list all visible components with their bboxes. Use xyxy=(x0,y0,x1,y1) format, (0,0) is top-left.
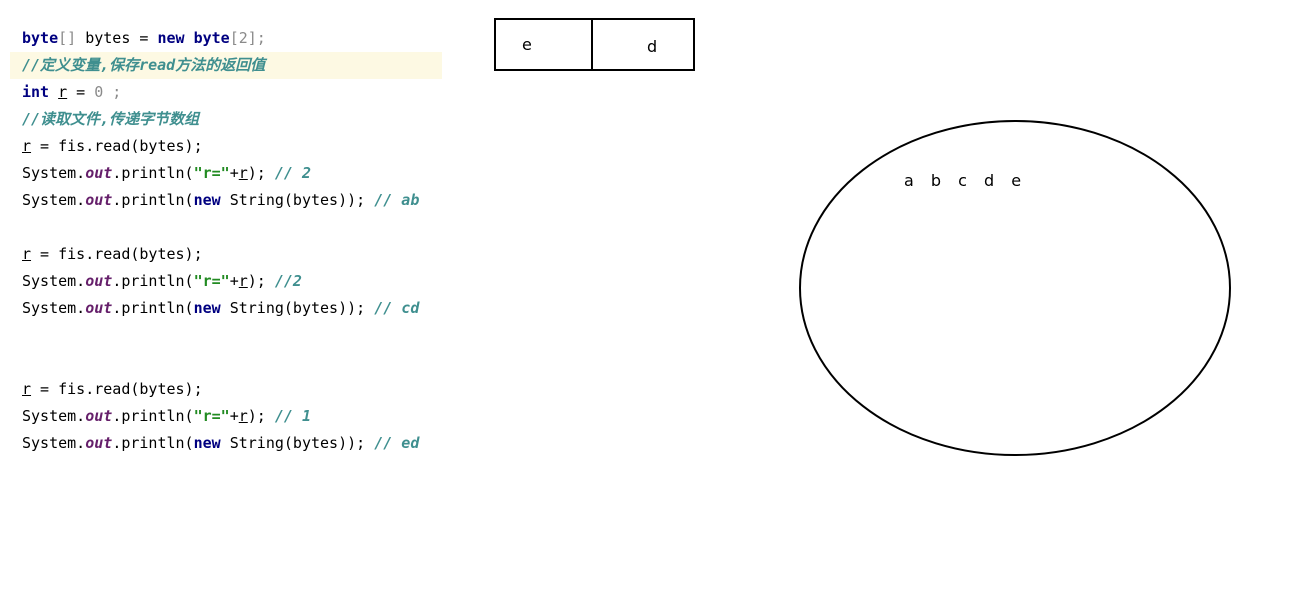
file-content: a b c d e xyxy=(904,171,1028,190)
code-text: System. xyxy=(22,164,86,182)
number-literal: 0 xyxy=(94,83,104,101)
file-ellipse xyxy=(799,120,1231,456)
code-text: ); xyxy=(247,164,275,182)
code-text: = xyxy=(67,83,95,101)
field-out: out xyxy=(85,299,113,317)
code-line-print-r: System.out.println("r="+r); // 1 xyxy=(10,403,442,430)
code-text: ); xyxy=(247,407,275,425)
code-line-print-r: System.out.println("r="+r); // 2 xyxy=(10,160,442,187)
keyword: byte xyxy=(193,29,230,47)
byte-array-box: e d xyxy=(494,18,695,71)
field-out: out xyxy=(85,191,113,209)
code-comment: //定义变量,保存read方法的返回值 xyxy=(22,56,266,74)
keyword: int xyxy=(22,83,50,101)
string-literal: "r=" xyxy=(193,164,230,182)
byte-array-cell: d xyxy=(593,20,693,69)
code-text: System. xyxy=(22,407,86,425)
code-text: .println( xyxy=(112,164,194,182)
field-out: out xyxy=(85,434,113,452)
code-line-read: r = fis.read(bytes); xyxy=(10,376,442,403)
code-text: .println( xyxy=(112,191,194,209)
field-out: out xyxy=(85,164,113,182)
variable-r: r xyxy=(22,380,32,398)
variable-r: r xyxy=(238,407,248,425)
code-listing: byte[] bytes = new byte[2]; //定义变量,保存rea… xyxy=(10,25,442,457)
code-text: = fis.read(bytes); xyxy=(31,380,203,398)
byte-array-cell: e xyxy=(496,20,593,69)
code-text: .println( xyxy=(112,407,194,425)
variable-r: r xyxy=(22,245,32,263)
string-literal: "r=" xyxy=(193,272,230,290)
string-literal: "r=" xyxy=(193,407,230,425)
code-line-print-r: System.out.println("r="+r); //2 xyxy=(10,268,442,295)
code-text: = fis.read(bytes); xyxy=(31,245,203,263)
code-text: System. xyxy=(22,434,86,452)
code-comment: //读取文件,传递字节数组 xyxy=(22,110,200,128)
field-out: out xyxy=(85,407,113,425)
code-text: String(bytes)); xyxy=(220,434,375,452)
code-comment: //2 xyxy=(274,272,302,290)
code-text: .println( xyxy=(112,272,194,290)
code-comment: // cd xyxy=(374,299,420,317)
keyword: new xyxy=(193,191,221,209)
code-text: + xyxy=(229,407,239,425)
code-text: + xyxy=(229,164,239,182)
code-comment: // ab xyxy=(374,191,420,209)
keyword: byte xyxy=(22,29,59,47)
code-comment: // 2 xyxy=(274,164,311,182)
variable-r: r xyxy=(238,164,248,182)
code-text: + xyxy=(229,272,239,290)
code-text: String(bytes)); xyxy=(220,191,375,209)
code-line-declare-r: int r = 0 ; xyxy=(10,79,442,106)
code-text: bytes = xyxy=(76,29,158,47)
code-line-read: r = fis.read(bytes); xyxy=(10,133,442,160)
code-text: .println( xyxy=(112,299,194,317)
variable-r: r xyxy=(238,272,248,290)
code-line-read: r = fis.read(bytes); xyxy=(10,241,442,268)
field-out: out xyxy=(85,272,113,290)
code-line-comment-define: //定义变量,保存read方法的返回值 xyxy=(10,52,442,79)
keyword: new xyxy=(193,299,221,317)
punctuation: ; xyxy=(103,83,122,101)
code-text: String(bytes)); xyxy=(220,299,375,317)
code-text: System. xyxy=(22,299,86,317)
punctuation: [2]; xyxy=(229,29,266,47)
code-line-comment-read: //读取文件,传递字节数组 xyxy=(10,106,442,133)
code-comment: // 1 xyxy=(274,407,311,425)
code-line-declare-bytes: byte[] bytes = new byte[2]; xyxy=(10,25,442,52)
keyword: new xyxy=(157,29,185,47)
code-line-print-string: System.out.println(new String(bytes)); /… xyxy=(10,187,442,214)
code-text: ); xyxy=(247,272,275,290)
code-text: System. xyxy=(22,191,86,209)
keyword: new xyxy=(193,434,221,452)
code-comment: // ed xyxy=(374,434,420,452)
punctuation: [] xyxy=(58,29,77,47)
code-text: System. xyxy=(22,272,86,290)
code-line-print-string: System.out.println(new String(bytes)); /… xyxy=(10,430,442,457)
byte-array-cell-value: e xyxy=(522,35,532,54)
byte-array-cell-value: d xyxy=(647,37,658,56)
variable-r: r xyxy=(22,137,32,155)
code-text: .println( xyxy=(112,434,194,452)
code-text: = fis.read(bytes); xyxy=(31,137,203,155)
variable-r: r xyxy=(58,83,68,101)
code-line-print-string: System.out.println(new String(bytes)); /… xyxy=(10,295,442,322)
